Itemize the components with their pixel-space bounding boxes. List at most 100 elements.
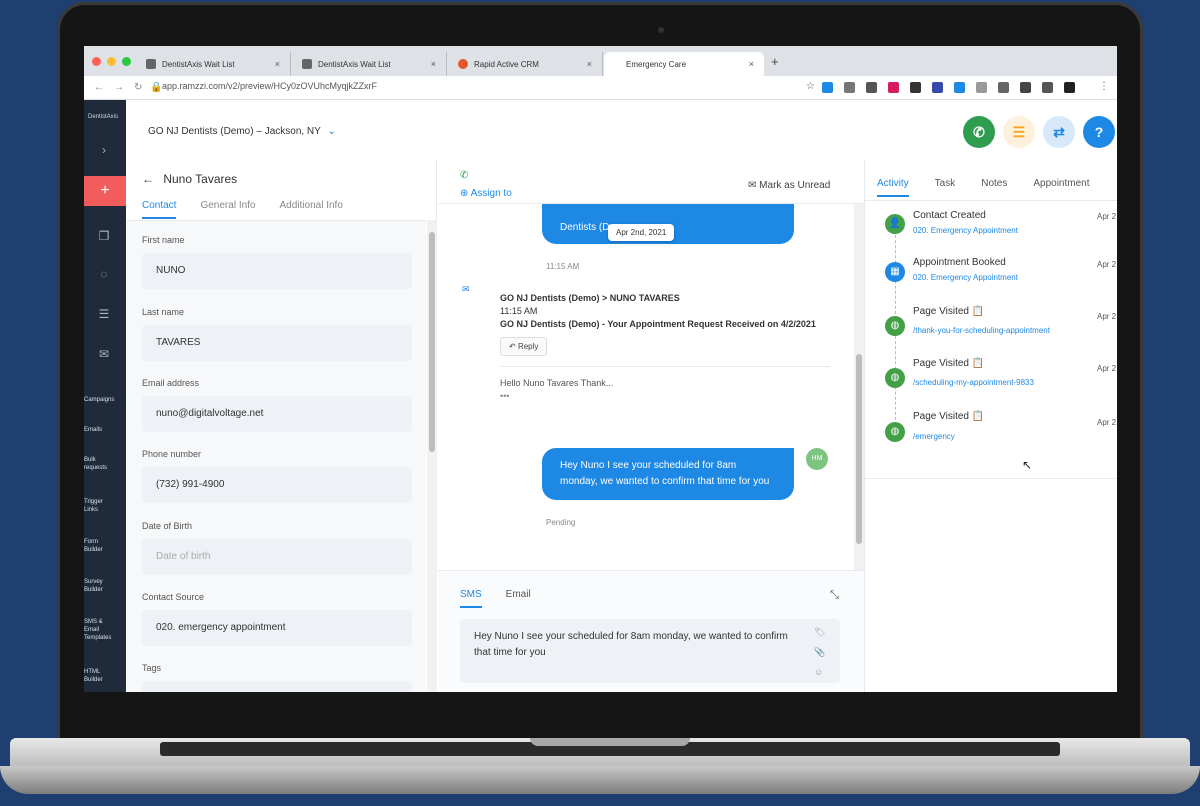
activity-title: Contact Created: [913, 210, 986, 221]
maximize-window-button[interactable]: [122, 57, 131, 66]
tab-close-icon[interactable]: ×: [275, 59, 280, 69]
back-icon[interactable]: ←: [94, 82, 104, 93]
phone-icon[interactable]: ✆: [460, 170, 468, 181]
activity-link[interactable]: /emergency: [913, 432, 955, 441]
contact-scrollbar[interactable]: [427, 220, 437, 692]
tab-activity[interactable]: Activity: [877, 178, 909, 197]
tab-close-icon[interactable]: ×: [431, 59, 436, 69]
email-subject: GO NJ Dentists (Demo) - Your Appointment…: [500, 319, 816, 329]
dob-field[interactable]: Date of birth: [142, 539, 412, 575]
clipboard-icon[interactable]: 📋: [972, 306, 984, 317]
bookmark-star-icon[interactable]: ☆: [806, 81, 815, 92]
last-name-label: Last name: [142, 307, 185, 317]
thread-scrollbar[interactable]: [854, 204, 864, 570]
browser-tab-1[interactable]: DentistAxis Wait List ×: [136, 52, 291, 76]
minimize-window-button[interactable]: [107, 57, 116, 66]
assign-button[interactable]: ⊕ Assign to: [460, 188, 512, 199]
activity-link[interactable]: 020. Emergency Appointment: [913, 273, 1018, 282]
mail-icon[interactable]: ✉: [96, 346, 112, 362]
sidebar-item-emails[interactable]: Emails: [84, 426, 126, 434]
extension-icon[interactable]: [844, 82, 855, 93]
activity-title: Appointment Booked: [913, 257, 1006, 268]
activity-link[interactable]: /thank-you-for-scheduling-appointment: [913, 326, 1050, 335]
reply-button[interactable]: ↶ Reply: [500, 337, 548, 356]
attachment-icon[interactable]: 📎: [814, 647, 825, 658]
conversation-panel: ✆ ⊕ Assign to ✉ Mark as Unread Dentists …: [438, 160, 864, 692]
browser-tab-4[interactable]: Emergency Care ×: [604, 52, 764, 76]
back-arrow-icon[interactable]: ←: [142, 172, 154, 186]
extension-icon[interactable]: [822, 82, 833, 93]
first-name-field[interactable]: NUNO: [142, 253, 412, 289]
location-selector[interactable]: GO NJ Dentists (Demo) – Jackson, NY ⌄: [148, 126, 336, 137]
activity-link[interactable]: 020. Emergency Appointment: [913, 226, 1018, 235]
add-button[interactable]: +: [84, 176, 126, 206]
sidebar-item-form-builder[interactable]: Form Builder: [84, 538, 112, 554]
expand-email-button[interactable]: •••: [500, 390, 830, 403]
tab-task[interactable]: Task: [935, 178, 956, 197]
clipboard-icon[interactable]: 📋: [972, 411, 984, 422]
activity-title: Page Visited: [913, 411, 969, 422]
tab-contact[interactable]: Contact: [142, 200, 177, 219]
extension-icon[interactable]: [866, 82, 877, 93]
scroll-thumb[interactable]: [856, 354, 862, 544]
extension-icon[interactable]: [910, 82, 921, 93]
browser-tab-2[interactable]: DentistAxis Wait List ×: [292, 52, 447, 76]
avatar: HM: [806, 448, 828, 470]
emoji-icon[interactable]: ☺: [814, 667, 823, 677]
tag-icon[interactable]: 🏷: [814, 627, 825, 638]
globe-icon: ◍: [885, 368, 905, 388]
forward-icon[interactable]: →: [114, 82, 124, 93]
layers-icon[interactable]: ☰: [96, 306, 112, 322]
help-button[interactable]: ?: [1083, 116, 1115, 148]
extension-icon[interactable]: [1042, 82, 1053, 93]
tab-general-info[interactable]: General Info: [200, 200, 255, 219]
tasks-button[interactable]: ☰: [1003, 116, 1035, 148]
phone-field[interactable]: (732) 991-4900: [142, 467, 412, 503]
expand-sidebar-icon[interactable]: ›: [96, 142, 112, 158]
sidebar-item-trigger-links[interactable]: Trigger Links: [84, 498, 112, 514]
extension-icon[interactable]: [1020, 82, 1031, 93]
clipboard-icon[interactable]: 📋: [972, 358, 984, 369]
message-input[interactable]: Hey Nuno I see your scheduled for 8am mo…: [460, 619, 840, 683]
conversation-toolbar: ✆ ⊕ Assign to ✉ Mark as Unread: [438, 160, 864, 204]
phone-icon: ✆: [973, 124, 985, 140]
sidebar-item-html-builder[interactable]: HTML Builder: [84, 668, 114, 684]
extension-icon[interactable]: [932, 82, 943, 93]
tab-close-icon[interactable]: ×: [749, 59, 754, 69]
tab-notes[interactable]: Notes: [981, 178, 1007, 197]
mark-unread-button[interactable]: ✉ Mark as Unread: [748, 180, 830, 191]
tab-appointment[interactable]: Appointment: [1033, 178, 1089, 197]
new-tab-button[interactable]: +: [771, 54, 779, 69]
extension-icon[interactable]: [954, 82, 965, 93]
tab-sms[interactable]: SMS: [460, 589, 482, 608]
extension-icon[interactable]: [998, 82, 1009, 93]
chat-icon[interactable]: ◌: [96, 266, 112, 282]
collapse-icon[interactable]: ⤡: [830, 589, 839, 602]
extension-icon[interactable]: [976, 82, 987, 93]
tab-close-icon[interactable]: ×: [587, 59, 592, 69]
switch-button[interactable]: ⇄: [1043, 116, 1075, 148]
call-button[interactable]: ✆: [963, 116, 995, 148]
sidebar-item-bulk-requests[interactable]: Bulk requests: [84, 456, 114, 472]
activity-link[interactable]: /scheduling-my-appointment-9833: [913, 378, 1034, 387]
sidebar-item-templates[interactable]: SMS & Email Templates: [84, 618, 118, 642]
tab-email[interactable]: Email: [506, 589, 531, 608]
activity-date: Apr 2: [1097, 312, 1117, 321]
globe-icon: ◍: [885, 316, 905, 336]
email-field[interactable]: nuno@digitalvoltage.net: [142, 396, 412, 432]
extension-icon[interactable]: [888, 82, 899, 93]
browser-tab-3[interactable]: Rapid Active CRM ×: [448, 52, 603, 76]
sidebar-item-survey-builder[interactable]: Survey Builder: [84, 578, 114, 594]
reload-icon[interactable]: ↻: [134, 82, 142, 93]
contact-source-field[interactable]: 020. emergency appointment: [142, 610, 412, 646]
scroll-thumb[interactable]: [429, 232, 435, 452]
tags-field[interactable]: [142, 681, 412, 692]
last-name-field[interactable]: TAVARES: [142, 325, 412, 361]
url-field[interactable]: app.ramzzi.com/v2/preview/HCy0zOVUhcMyqj…: [162, 81, 377, 91]
browser-menu-icon[interactable]: ⋮: [1099, 81, 1109, 92]
close-window-button[interactable]: [92, 57, 101, 66]
profile-avatar-icon[interactable]: [1064, 82, 1075, 93]
copy-icon[interactable]: ❐: [96, 228, 112, 244]
sidebar-item-campaigns[interactable]: Campaigns: [84, 396, 126, 404]
tab-additional-info[interactable]: Additional Info: [280, 200, 343, 219]
